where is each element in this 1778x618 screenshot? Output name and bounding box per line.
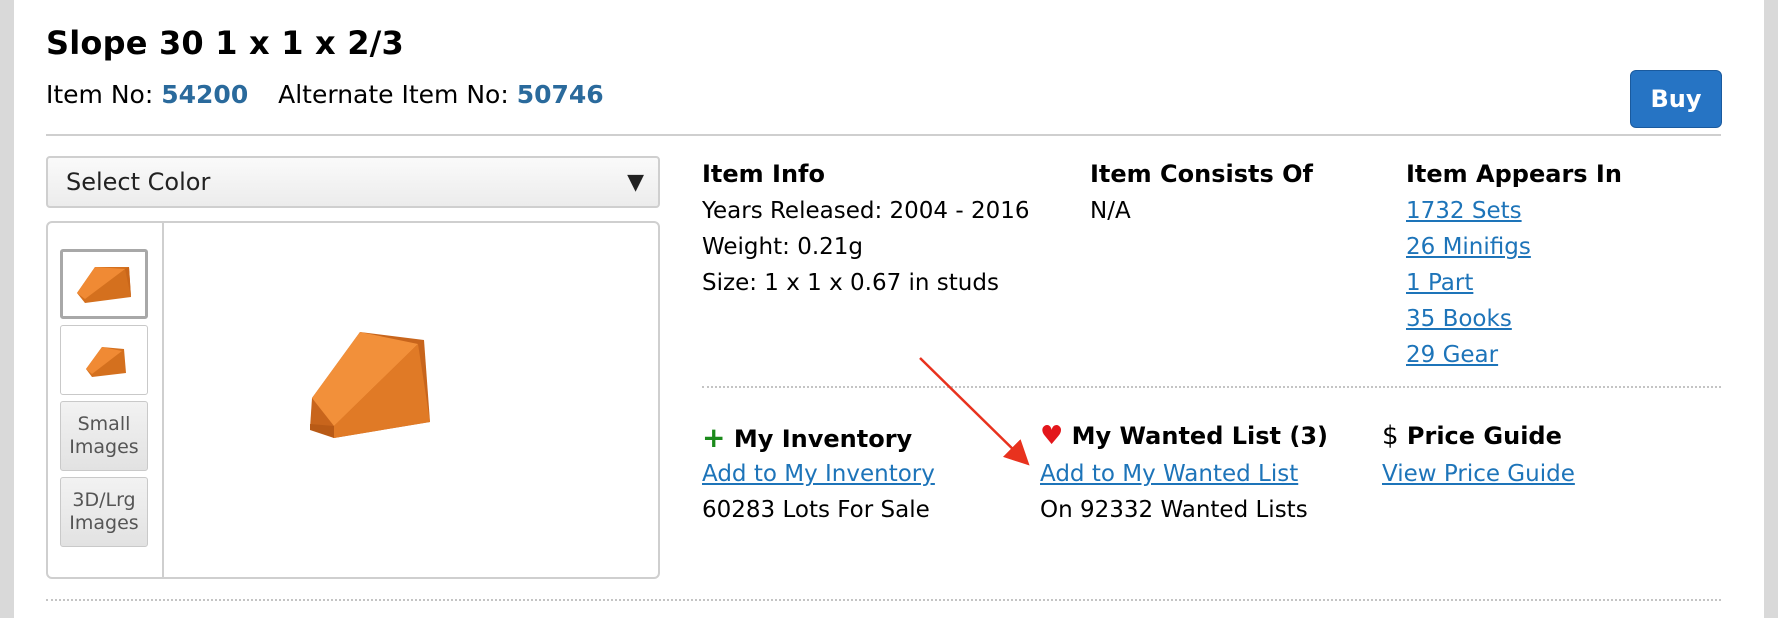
item-page: Slope 30 1 x 1 x 2/3 Item No: 54200 Alte… bbox=[14, 0, 1764, 618]
annotation-arrow-icon bbox=[919, 357, 1030, 466]
